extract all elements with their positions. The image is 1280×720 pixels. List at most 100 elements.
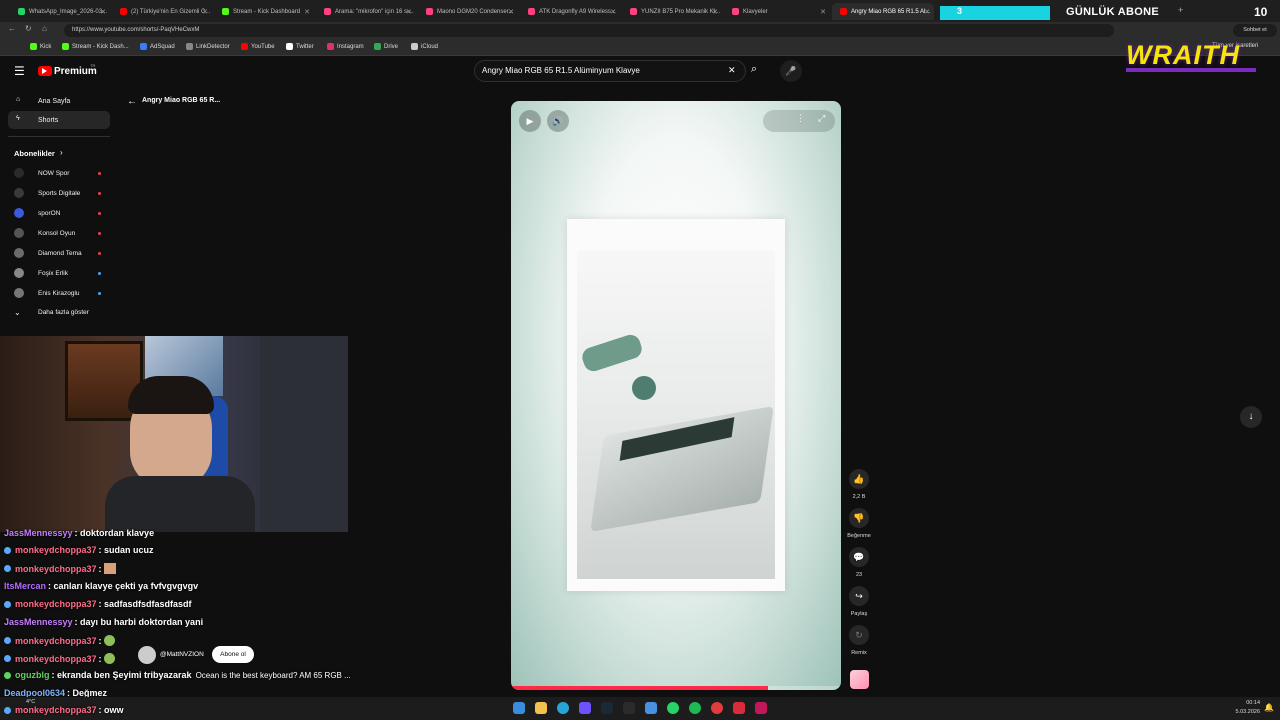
drive-icon (374, 43, 381, 50)
close-icon[interactable]: ✕ (304, 8, 310, 16)
youtube-icon (120, 8, 127, 15)
subscription-item[interactable]: Foşix Erlik (14, 268, 101, 278)
channel-handle[interactable]: @MattNVZION (160, 651, 204, 658)
url-field[interactable]: https://www.youtube.com/shorts/-PaqVHeCw… (64, 24, 1114, 37)
app-icon[interactable] (733, 702, 745, 714)
bookmark-item[interactable]: Twitter (286, 43, 314, 50)
share-button[interactable]: ↪ (849, 586, 869, 606)
browser-tab[interactable]: YUNZII B75 Pro Mekanik Kl... ✕ (622, 3, 722, 20)
shorts-video-player[interactable]: ▶ 🔊 ⋮ ⤢ (511, 101, 841, 690)
menu-icon[interactable]: ☰ (14, 64, 25, 78)
clock-time[interactable]: 00:14 (1232, 700, 1260, 706)
comment-button[interactable]: 💬 (849, 547, 869, 567)
browser-tab[interactable]: WhatsApp_Image_2026-03... ✕ (10, 3, 110, 20)
dislike-button[interactable]: 👎 (849, 508, 869, 528)
edge-icon[interactable] (557, 702, 569, 714)
sidebar-item-shorts[interactable]: ϟ Shorts (8, 111, 110, 129)
back-icon[interactable]: ← (8, 24, 16, 33)
subscription-item[interactable]: Sports Digitale (14, 188, 101, 198)
keyboard-body (590, 406, 774, 532)
channel-avatar[interactable] (138, 646, 156, 664)
discord-icon[interactable] (579, 702, 591, 714)
browser-tab[interactable]: Arama: "mikrofon" için 16 sı... ✕ (316, 3, 416, 20)
bookmark-item[interactable]: YouTube (241, 43, 275, 50)
windows-start-icon[interactable] (513, 702, 525, 714)
chat-message: monkeydchoppa37: oww (4, 705, 124, 715)
close-icon[interactable]: ✕ (610, 8, 616, 16)
clock-date[interactable]: 5.03.2026 (1222, 709, 1260, 715)
browser-tab[interactable]: ATK Dragonfly A9 Wireless... ✕ (520, 3, 620, 20)
subscriber-badge-icon (4, 600, 11, 608)
subscription-item[interactable]: Konsol Oyun (14, 228, 101, 238)
bookmark-item[interactable]: Stream - Kick Dash... (62, 43, 129, 50)
sub-goal-count: 3 (957, 6, 963, 16)
terminal-icon[interactable] (623, 702, 635, 714)
spotify-icon[interactable] (689, 702, 701, 714)
keyboard-logo (632, 376, 656, 400)
subscription-item[interactable]: Enis Kirazoglu (14, 288, 101, 298)
avatar (14, 168, 24, 178)
close-icon[interactable]: ✕ (820, 8, 826, 16)
live-dot (98, 211, 101, 215)
bookmark-item[interactable]: Kick (30, 43, 51, 50)
close-icon[interactable]: ✕ (406, 8, 412, 16)
live-dot (98, 231, 101, 235)
emote-icon (104, 563, 117, 574)
twitter-icon (286, 43, 293, 50)
close-icon[interactable]: ✕ (508, 8, 514, 16)
bookmark-item[interactable]: Instagram (327, 43, 364, 50)
show-more-button[interactable]: ⌄ Daha fazla göster (14, 308, 89, 317)
keyboard-photo (577, 251, 775, 579)
subscribe-button[interactable]: Abone ol (212, 646, 254, 663)
reload-icon[interactable]: ↻ (25, 24, 32, 33)
windows-taskbar (0, 697, 1280, 720)
browser-tab[interactable]: Maono DGM20 Condenser... ✕ (418, 3, 518, 20)
search-icon[interactable]: ⌕ (751, 63, 757, 76)
more-options-icon[interactable]: ⋮ (796, 113, 805, 124)
sound-thumbnail[interactable] (850, 670, 869, 689)
app-icon[interactable] (755, 702, 767, 714)
next-video-arrow-icon[interactable]: ↓ (1240, 406, 1262, 428)
bookmark-item[interactable]: AdSquad (140, 43, 175, 50)
notification-bell-icon[interactable]: 🔔 (1264, 703, 1274, 712)
back-arrow-icon[interactable]: ← (127, 96, 137, 107)
like-button[interactable]: 👍 (849, 469, 869, 489)
browser-tab[interactable]: Stream - Kick Dashboard ✕ (214, 3, 314, 20)
bookmark-item[interactable]: iCloud (411, 43, 438, 50)
home-icon[interactable]: ⌂ (42, 24, 47, 33)
streamer-body (105, 476, 255, 532)
steam-icon[interactable] (601, 702, 613, 714)
browser-tab[interactable]: Klavyeler ✕ (724, 3, 830, 20)
subscription-item[interactable]: NOW Spor (14, 168, 101, 178)
close-icon[interactable]: ✕ (202, 8, 208, 16)
microphone-icon[interactable]: 🎤 (780, 60, 802, 82)
browser-tab-active[interactable]: Angry Miao RGB 65 R1.5 Al... ✕ (832, 3, 934, 20)
play-icon[interactable]: ▶ (519, 110, 541, 132)
volume-icon[interactable]: 🔊 (547, 110, 569, 132)
remix-button[interactable]: ↻ (849, 625, 869, 645)
subscriber-badge-icon (4, 565, 11, 572)
chrome-icon[interactable] (711, 702, 723, 714)
chat-button[interactable]: Sohbet et (1233, 24, 1277, 37)
clear-search-icon[interactable]: ✕ (728, 65, 736, 76)
close-icon[interactable]: ✕ (712, 8, 718, 16)
search-input[interactable]: Angry Miao RGB 65 R1.5 Alüminyum Klavye (482, 66, 640, 75)
subscriber-badge-icon (4, 655, 11, 662)
file-explorer-icon[interactable] (535, 702, 547, 714)
subscriptions-heading[interactable]: Abonelikler (14, 149, 55, 158)
adsquad-icon (140, 43, 147, 50)
shop-icon (732, 8, 739, 15)
subscription-item[interactable]: Diamond Tema (14, 248, 101, 258)
subscriber-badge-icon (4, 706, 11, 714)
network-app-icon[interactable] (645, 702, 657, 714)
whatsapp-icon[interactable] (667, 702, 679, 714)
subscription-item[interactable]: sporON (14, 208, 101, 218)
new-tab-icon[interactable]: + (1178, 5, 1183, 15)
bookmark-item[interactable]: Drive (374, 43, 398, 50)
browser-tab[interactable]: (2) Türkiye'nin En Gizemli C... ✕ (112, 3, 212, 20)
sidebar-item-home[interactable]: ⌂ Ana Sayfa (8, 92, 110, 110)
bookmark-item[interactable]: LinkDetector (186, 43, 230, 50)
fullscreen-icon[interactable]: ⤢ (818, 113, 825, 124)
close-icon[interactable]: ✕ (100, 8, 106, 16)
close-icon[interactable]: ✕ (924, 8, 930, 16)
